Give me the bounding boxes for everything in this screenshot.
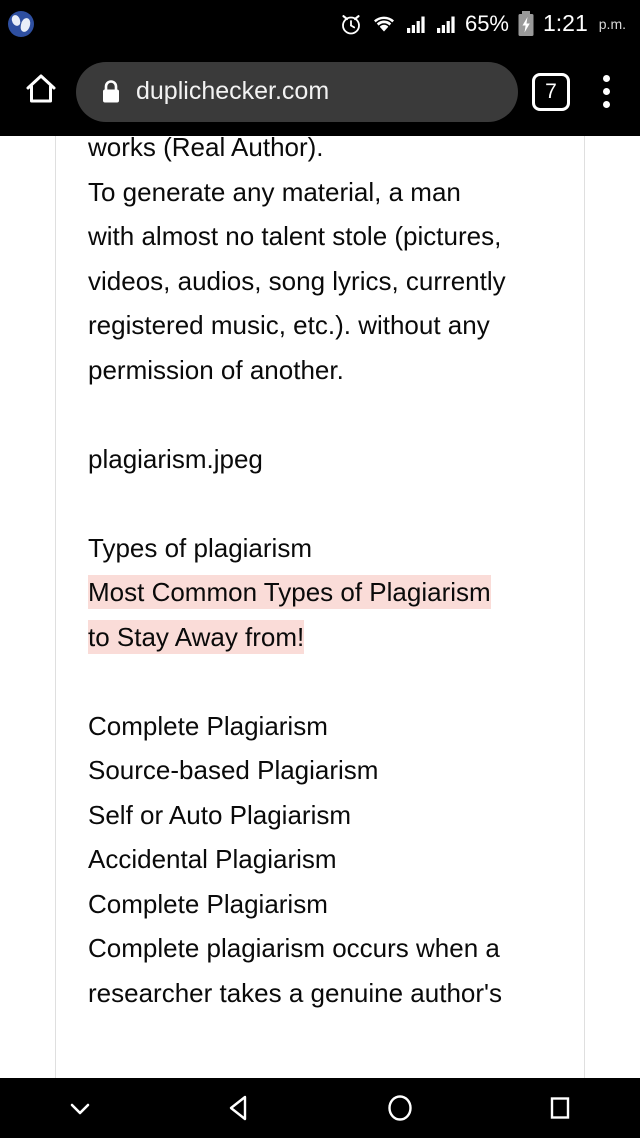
- recents-button[interactable]: [480, 1078, 640, 1138]
- url-text: duplichecker.com: [136, 77, 330, 105]
- tab-switcher-button[interactable]: 7: [532, 72, 570, 111]
- text-line: works (Real Author).: [88, 136, 324, 162]
- hide-keyboard-icon: [63, 1091, 97, 1125]
- text-line: registered music, etc.). without any: [88, 310, 490, 340]
- highlighted-text-line: to Stay Away from!: [88, 615, 552, 660]
- status-indicators: 65% 1:21 p.m.: [339, 10, 626, 38]
- signal-sim2-icon: [435, 13, 457, 35]
- document-text-block: works (Real Author). To generate any mate…: [88, 136, 552, 1015]
- document-card: works (Real Author). To generate any mate…: [55, 136, 585, 1078]
- home-button[interactable]: [16, 67, 66, 117]
- back-button[interactable]: [160, 1078, 320, 1138]
- menu-dot: [602, 101, 610, 108]
- alarm-icon: [339, 12, 363, 36]
- tab-count: 7: [545, 80, 557, 103]
- web-page-viewport[interactable]: works (Real Author). To generate any mate…: [0, 136, 640, 1078]
- home-icon: [21, 69, 61, 114]
- phone-screen: 65% 1:21 p.m. duplichecker.com 7 works (…: [0, 0, 640, 1138]
- globe-icon: [8, 10, 34, 37]
- text-line: videos, audios, song lyrics, currently: [88, 265, 506, 296]
- text-line: [88, 659, 552, 704]
- text-line: Types of plagiarism: [88, 532, 312, 563]
- status-notifications: [8, 10, 34, 37]
- text-line: Source-based Plagiarism: [88, 755, 379, 785]
- battery-percentage: 65%: [464, 10, 509, 36]
- text-line: with almost no talent stole (pictures,: [88, 221, 502, 251]
- menu-dot: [602, 88, 610, 95]
- text-line: [88, 481, 552, 526]
- clock-period: p.m.: [598, 15, 626, 32]
- status-bar: 65% 1:21 p.m.: [0, 0, 640, 47]
- text-line: [88, 392, 552, 437]
- overflow-menu-icon[interactable]: [586, 68, 626, 116]
- text-line: plagiarism.jpeg: [88, 443, 263, 474]
- recents-icon: [543, 1091, 577, 1125]
- wifi-icon: [371, 13, 397, 35]
- home-icon: [382, 1090, 418, 1126]
- text-line: Complete Plagiarism: [88, 888, 328, 919]
- lock-icon: [100, 79, 122, 105]
- browser-toolbar: duplichecker.com 7: [0, 47, 640, 136]
- clock-time: 1:21: [543, 10, 588, 36]
- text-line: Complete plagiarism occurs when a: [88, 933, 500, 963]
- text-line: Complete Plagiarism: [88, 710, 328, 741]
- back-icon: [222, 1090, 258, 1126]
- signal-sim1-icon: [405, 13, 427, 35]
- system-navigation-bar: [0, 1078, 640, 1138]
- text-highlight: Most Common Types of Plagiarism: [88, 575, 491, 609]
- text-line: Self or Auto Plagiarism: [88, 799, 352, 830]
- menu-dot: [602, 75, 610, 82]
- text-highlight: to Stay Away from!: [88, 619, 305, 654]
- highlighted-text-line: Most Common Types of Plagiarism: [88, 570, 552, 615]
- battery-charging-icon: [517, 10, 535, 38]
- address-bar[interactable]: duplichecker.com: [76, 61, 518, 122]
- text-line: researcher takes a genuine author's: [88, 977, 502, 1008]
- text-line: permission of another.: [88, 354, 344, 385]
- home-button[interactable]: [320, 1078, 480, 1138]
- hide-keyboard-button[interactable]: [0, 1078, 160, 1138]
- text-line: Accidental Plagiarism: [88, 844, 337, 874]
- text-line: To generate any material, a man: [88, 176, 461, 207]
